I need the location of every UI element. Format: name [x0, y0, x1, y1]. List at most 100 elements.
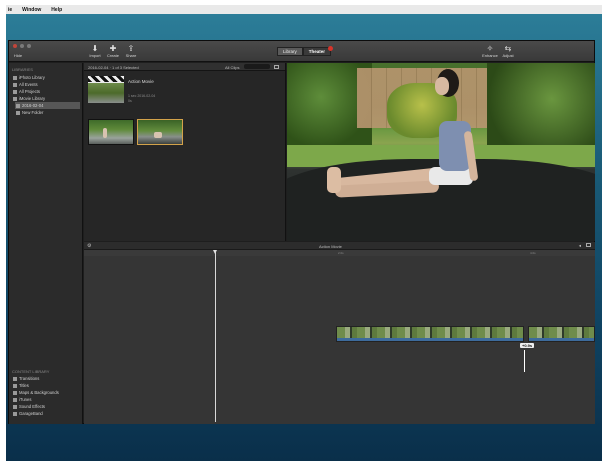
view-switcher: Library Theater [277, 46, 334, 56]
sidebar-item-label: iPhoto Library [19, 75, 45, 80]
sidebar-item-sound-effects[interactable]: Sound Effects [12, 403, 80, 410]
tab-library[interactable]: Library [277, 47, 303, 56]
video-viewer[interactable] [287, 63, 595, 241]
desktop: ie Window Help Hide ⬇ Import ✚ Create ⇪ … [6, 5, 602, 461]
minimize-window-button[interactable] [20, 44, 24, 48]
map-icon [13, 390, 17, 395]
clip-duration-tooltip: +0.9s [520, 343, 535, 348]
music-note-icon [13, 397, 17, 402]
video-frame [287, 63, 595, 241]
clip-filmstrip [529, 327, 594, 338]
speaker-icon [13, 404, 17, 409]
menu-item-window[interactable]: Window [22, 7, 41, 13]
scene-tree-right [487, 63, 595, 153]
project-title[interactable]: Action Movie [128, 79, 154, 84]
timeline-project-name: Action Movie [319, 243, 342, 249]
enhance-label: Enhance [482, 53, 498, 58]
search-input[interactable] [244, 64, 270, 69]
clapperboard-icon [88, 76, 124, 82]
fullscreen-icon[interactable] [586, 243, 591, 247]
share-button[interactable]: ⇪ Share [120, 44, 142, 58]
menu-bar: ie Window Help [6, 5, 602, 14]
sidebar-item-label: Sound Effects [19, 404, 45, 409]
project-duration: 0s [128, 99, 132, 103]
timeline-clip[interactable] [336, 326, 524, 342]
clip-filter-select[interactable]: All Clips [225, 65, 239, 70]
sidebar-item-maps[interactable]: Maps & Backgrounds [12, 389, 80, 396]
timeline-clip[interactable] [528, 326, 595, 342]
project-meta: 1 sec 2016-02-04 [128, 94, 156, 98]
sidebar-item-label: Transitions [19, 376, 40, 381]
sidebar-item-event-date[interactable]: 2016-02-04 [15, 102, 80, 109]
gear-icon[interactable]: ⚙ [87, 243, 91, 249]
sidebar-item-iphoto[interactable]: iPhoto Library [12, 74, 80, 81]
create-label: Create [106, 53, 119, 58]
library-icon [13, 96, 17, 101]
hide-sidebar-button[interactable]: Hide [11, 53, 25, 58]
libraries-header: Libraries [12, 67, 33, 72]
ruler-tick-label: 2.0s [338, 251, 344, 255]
sidebar-item-imovie-library[interactable]: iMovie Library [12, 95, 80, 102]
window-controls [13, 44, 31, 48]
clip-thumbnail-selected[interactable] [137, 119, 183, 145]
close-window-button[interactable] [13, 44, 17, 48]
clip-figure [154, 132, 162, 138]
photo-icon [13, 75, 17, 80]
trim-cursor [524, 350, 525, 372]
project-thumbnail[interactable] [88, 76, 124, 103]
menu-item-help[interactable]: Help [51, 7, 62, 13]
sidebar-item-label: iMovie Library [19, 96, 46, 101]
share-label: Share [125, 53, 137, 58]
sidebar-item-label: Maps & Backgrounds [19, 390, 59, 395]
sidebar-item-titles[interactable]: Titles [12, 382, 80, 389]
timeline-ruler[interactable]: 2.0s 4.0s [84, 250, 595, 256]
sidebar-item-label: All Events [19, 82, 38, 87]
adjust-button[interactable]: ⇆ Adjust [497, 44, 519, 58]
browser-selection-info: 2016-02-04 · 1 of 3 Selected [88, 64, 139, 70]
scene-person-face [435, 77, 449, 95]
sidebar-item-transitions[interactable]: Transitions [12, 375, 80, 382]
guitar-icon [13, 411, 17, 416]
sidebar-item-label: GarageBand [19, 411, 43, 416]
imovie-window: Hide ⬇ Import ✚ Create ⇪ Share Library T… [8, 40, 595, 424]
sidebar-item-all-events[interactable]: All Events [12, 81, 80, 88]
volume-icon[interactable]: ◂ [579, 243, 581, 249]
timeline-header: ⚙ Action Movie ◂ [84, 242, 595, 250]
sidebar-item-label: New Folder [22, 110, 44, 115]
sidebar-item-all-projects[interactable]: All Projects [12, 88, 80, 95]
sidebar-item-garageband[interactable]: GarageBand [12, 410, 80, 417]
libraries-sidebar: Libraries iPhoto Library All Events All … [9, 63, 83, 424]
project-poster-image [88, 83, 124, 103]
notification-badge [328, 46, 334, 51]
event-star-icon [16, 103, 20, 108]
import-label: Import [89, 53, 101, 58]
ruler-tick-label: 4.0s [530, 251, 536, 255]
titles-icon [13, 383, 17, 388]
folder-icon [16, 110, 20, 115]
sidebar-item-label: All Projects [19, 89, 40, 94]
browser-settings-icon[interactable] [274, 64, 279, 69]
toolbar: Hide ⬇ Import ✚ Create ⇪ Share Library T… [9, 41, 594, 62]
clip-audio-waveform [337, 338, 523, 341]
sidebar-item-label: Titles [19, 383, 29, 388]
sidebar-item-new-folder[interactable]: New Folder [15, 109, 80, 116]
sidebar-item-label: 2016-02-04 [22, 103, 44, 108]
share-icon: ⇪ [127, 44, 135, 53]
hide-sidebar-label: Hide [13, 53, 23, 58]
zoom-window-button[interactable] [27, 44, 31, 48]
clip-thumbnail[interactable] [88, 119, 134, 145]
clip-audio-waveform [529, 338, 594, 341]
tab-theater[interactable]: Theater [302, 46, 334, 56]
content-library-header: Content Library [12, 369, 50, 374]
scene-person-feet [327, 167, 341, 193]
menu-item-app[interactable]: ie [8, 7, 12, 13]
sidebar-item-label: iTunes [19, 397, 32, 402]
clip-figure [103, 128, 107, 138]
sidebar-item-itunes[interactable]: iTunes [12, 396, 80, 403]
project-timeline[interactable]: ⚙ Action Movie ◂ 2.0s 4.0s +0.9s [84, 242, 595, 424]
playhead[interactable] [213, 250, 217, 422]
tab-theater-label: Theater [308, 49, 326, 54]
event-browser: 2016-02-04 · 1 of 3 Selected All Clips A… [84, 63, 286, 241]
film-icon [13, 89, 17, 94]
transitions-icon [13, 376, 17, 381]
